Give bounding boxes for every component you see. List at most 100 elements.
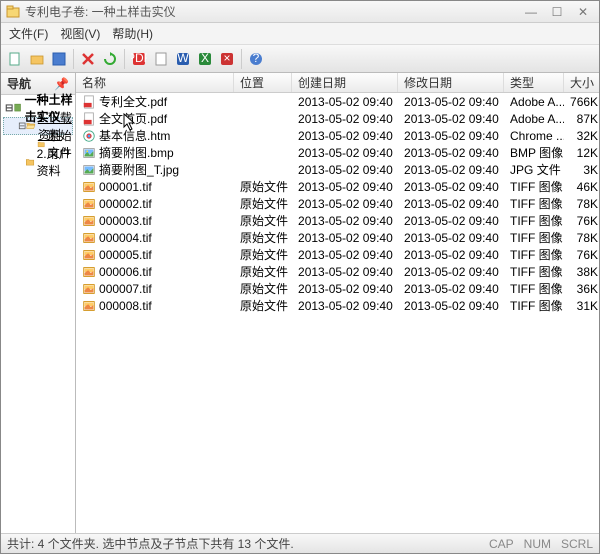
nav-panel: 导航 📌 ⊟ 一种土样击实仪 ⊟ 1.下载资料 原始文件 [1,73,76,533]
file-modified: 2013-05-02 09:40 [398,163,504,177]
toolbar-delete-icon[interactable] [78,49,98,69]
close-button[interactable]: ✕ [571,4,595,20]
col-location[interactable]: 位置 [234,73,292,92]
file-modified: 2013-05-02 09:40 [398,299,504,313]
file-name: 全文首页.pdf [99,110,167,127]
file-location: 原始文件 [234,280,292,297]
file-row[interactable]: 000005.tif原始文件2013-05-02 09:402013-05-02… [76,246,599,263]
file-created: 2013-05-02 09:40 [292,129,398,143]
file-location: 原始文件 [234,297,292,314]
file-location: 原始文件 [234,178,292,195]
file-created: 2013-05-02 09:40 [292,180,398,194]
file-row[interactable]: 000007.tif原始文件2013-05-02 09:402013-05-02… [76,280,599,297]
tree-node-user[interactable]: 2.用户资料 [3,153,73,171]
status-num: NUM [524,537,551,551]
book-icon [13,103,22,112]
status-scrl: SCRL [561,537,593,551]
toolbar-help-icon[interactable]: ? [246,49,266,69]
file-row[interactable]: 000003.tif原始文件2013-05-02 09:402013-05-02… [76,212,599,229]
file-size: 38KB [564,265,599,279]
toolbar-refresh-icon[interactable] [100,49,120,69]
pin-icon[interactable]: 📌 [54,77,69,91]
file-modified: 2013-05-02 09:40 [398,214,504,228]
col-size[interactable]: 大小 [564,73,599,92]
expand-icon[interactable]: ⊟ [18,121,26,132]
file-size: 766KB [564,95,599,109]
file-row[interactable]: 基本信息.htm 2013-05-02 09:402013-05-02 09:40… [76,127,599,144]
app-window: 专利电子卷: 一种土样击实仪 — ☐ ✕ 文件(F) 视图(V) 帮助(H) P… [0,0,600,554]
file-type: TIFF 图像 [504,297,564,314]
file-type: TIFF 图像 [504,263,564,280]
nav-title: 导航 [7,75,31,92]
list-header: 名称 位置 创建日期 修改日期 类型 大小 [76,73,599,93]
menubar: 文件(F) 视图(V) 帮助(H) [1,23,599,45]
file-name: 000007.tif [99,282,152,296]
toolbar-new-icon[interactable] [5,49,25,69]
toolbar-divider [241,49,242,69]
file-name: 000005.tif [99,248,152,262]
list-body[interactable]: 专利全文.pdf2013-05-02 09:402013-05-02 09:40… [76,93,599,533]
folder-icon [25,157,35,167]
file-modified: 2013-05-02 09:40 [398,265,504,279]
file-name: 000002.tif [99,197,152,211]
col-type[interactable]: 类型 [504,73,564,92]
col-name[interactable]: 名称 [76,73,234,92]
file-modified: 2013-05-02 09:40 [398,112,504,126]
file-type: TIFF 图像 [504,195,564,212]
minimize-button[interactable]: — [519,4,543,20]
file-name: 基本信息.htm [99,127,170,144]
file-name: 000006.tif [99,265,152,279]
file-name: 000001.tif [99,180,152,194]
svg-text:×: × [223,51,230,65]
file-row[interactable]: 000004.tif原始文件2013-05-02 09:402013-05-02… [76,229,599,246]
toolbar-excel-icon[interactable]: X [195,49,215,69]
file-row[interactable]: 000001.tif原始文件2013-05-02 09:402013-05-02… [76,178,599,195]
file-type: TIFF 图像 [504,280,564,297]
col-modified[interactable]: 修改日期 [398,73,504,92]
expand-icon[interactable]: ⊟ [5,103,13,114]
file-row[interactable]: 摘要附图_T.jpg2013-05-02 09:402013-05-02 09:… [76,161,599,178]
menu-view[interactable]: 视图(V) [60,25,100,42]
file-list-panel: 名称 位置 创建日期 修改日期 类型 大小 专利全文.pdf2013-05-02… [76,73,599,533]
col-created[interactable]: 创建日期 [292,73,398,92]
file-row[interactable]: 全文首页.pdf2013-05-02 09:402013-05-02 09:40… [76,110,599,127]
file-modified: 2013-05-02 09:40 [398,231,504,245]
toolbar-close-icon[interactable]: × [217,49,237,69]
file-size: 3KB [564,163,599,177]
status-text: 共计: 4 个文件夹. 选中节点及子节点下共有 13 个文件. [7,535,294,552]
file-location: 原始文件 [234,229,292,246]
file-row[interactable]: 专利全文.pdf2013-05-02 09:402013-05-02 09:40… [76,93,599,110]
file-row[interactable]: 摘要附图.bmp2013-05-02 09:402013-05-02 09:40… [76,144,599,161]
file-row[interactable]: 000002.tif原始文件2013-05-02 09:402013-05-02… [76,195,599,212]
file-location: 原始文件 [234,195,292,212]
toolbar-doc-icon[interactable] [151,49,171,69]
toolbar-open-icon[interactable] [27,49,47,69]
file-modified: 2013-05-02 09:40 [398,129,504,143]
file-type: TIFF 图像 [504,229,564,246]
titlebar[interactable]: 专利电子卷: 一种土样击实仪 — ☐ ✕ [1,1,599,23]
file-modified: 2013-05-02 09:40 [398,197,504,211]
file-created: 2013-05-02 09:40 [292,214,398,228]
file-row[interactable]: 000006.tif原始文件2013-05-02 09:402013-05-02… [76,263,599,280]
folder-open-icon [26,121,35,130]
menu-file[interactable]: 文件(F) [9,25,48,42]
file-location: 原始文件 [234,263,292,280]
file-row[interactable]: 000008.tif原始文件2013-05-02 09:402013-05-02… [76,297,599,314]
toolbar-word-icon[interactable]: W [173,49,193,69]
file-size: 32KB [564,129,599,143]
file-size: 36KB [564,282,599,296]
file-modified: 2013-05-02 09:40 [398,248,504,262]
file-type: Adobe A... [504,95,564,109]
toolbar-save-icon[interactable] [49,49,69,69]
menu-help[interactable]: 帮助(H) [112,25,153,42]
file-created: 2013-05-02 09:40 [292,231,398,245]
file-name: 摘要附图.bmp [99,144,174,161]
file-name: 000008.tif [99,299,152,313]
file-size: 78KB [564,197,599,211]
file-location: 原始文件 [234,246,292,263]
app-icon [5,4,21,20]
file-modified: 2013-05-02 09:40 [398,282,504,296]
file-created: 2013-05-02 09:40 [292,163,398,177]
maximize-button[interactable]: ☐ [545,4,569,20]
toolbar-pdf-icon[interactable]: PDF [129,49,149,69]
